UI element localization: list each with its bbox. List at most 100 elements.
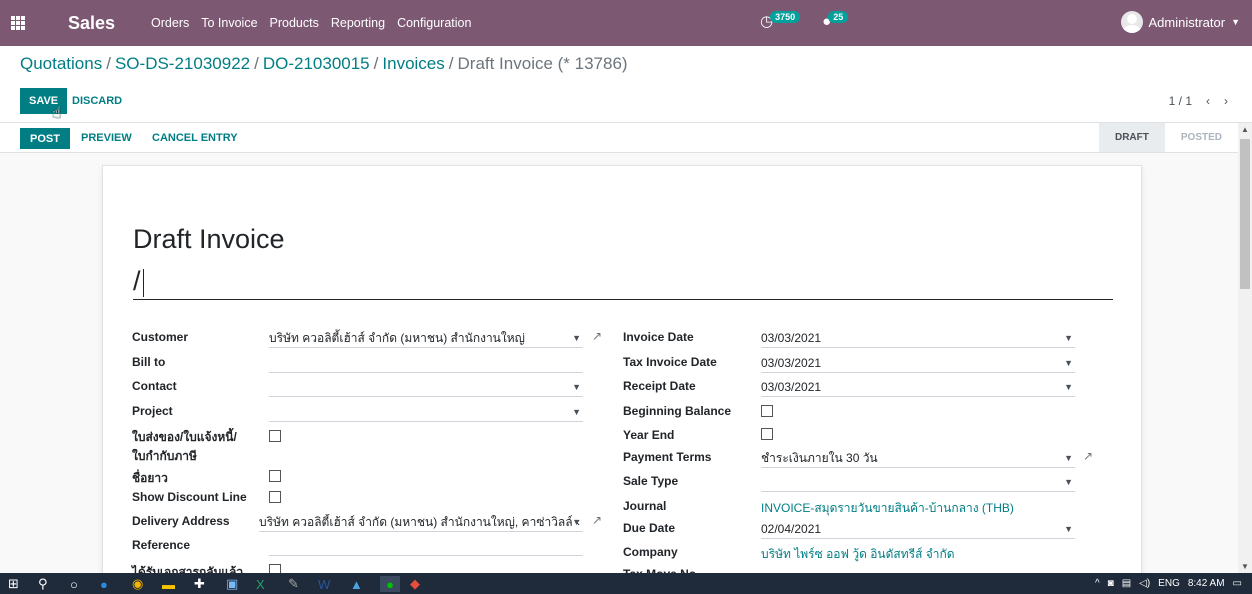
messages-button[interactable]: ● 25 xyxy=(822,11,849,30)
pager-value[interactable]: 1 / 1 xyxy=(1169,94,1192,108)
avatar xyxy=(1120,11,1143,33)
long-name-checkbox[interactable] xyxy=(269,470,281,482)
user-menu[interactable]: Administrator ▼ xyxy=(1120,11,1240,33)
file-explorer-icon[interactable]: ▬ xyxy=(162,576,175,592)
scroll-up-icon[interactable]: ▲ xyxy=(1241,125,1249,134)
hand-pointer-icon: ☝ xyxy=(52,105,62,122)
post-button[interactable]: POST xyxy=(20,128,70,149)
scroll-down-icon[interactable]: ▼ xyxy=(1241,562,1249,571)
breadcrumb-quotations[interactable]: Quotations xyxy=(20,54,102,73)
caret-down-icon: ▼ xyxy=(1064,477,1073,487)
external-link-icon[interactable]: ↗ xyxy=(592,329,602,343)
stage-posted[interactable]: POSTED xyxy=(1164,123,1238,152)
invoice-date-label: Invoice Date xyxy=(623,330,694,344)
app-icon[interactable]: ✚ xyxy=(194,576,205,592)
breadcrumb-sale-order[interactable]: SO-DS-21030922 xyxy=(115,54,250,73)
journal-label: Journal xyxy=(623,499,667,513)
caret-down-icon: ▼ xyxy=(1064,382,1073,392)
receipt-date-input[interactable]: 03/03/2021 ▼ xyxy=(761,379,1075,397)
menu-orders[interactable]: Orders xyxy=(145,16,195,30)
show-discount-checkbox[interactable] xyxy=(269,491,281,503)
chevron-up-icon[interactable]: ^ xyxy=(1095,578,1100,589)
invoice-name-input[interactable]: / xyxy=(133,266,1113,300)
activity-badge: 3750 xyxy=(770,11,801,23)
tax-invoice-date-input[interactable]: 03/03/2021 ▼ xyxy=(761,355,1075,373)
payment-terms-label: Payment Terms xyxy=(623,450,712,464)
pen-icon[interactable]: ✎ xyxy=(288,576,299,592)
tax-invoice-date-label: Tax Invoice Date xyxy=(623,355,717,369)
menu-configuration[interactable]: Configuration xyxy=(391,16,477,30)
customer-select[interactable]: บริษัท ควอลิตี้เฮ้าส์ จำกัด (มหาชน) สำนั… xyxy=(269,330,583,348)
menu-reporting[interactable]: Reporting xyxy=(325,16,391,30)
activity-button[interactable]: ◷ 3750 xyxy=(760,11,801,30)
chevron-right-icon[interactable]: › xyxy=(1224,94,1228,108)
calculator-icon[interactable]: ▣ xyxy=(226,576,238,592)
year-end-checkbox[interactable] xyxy=(761,428,773,440)
long-name-label: ชื่อยาว xyxy=(132,471,168,485)
caret-down-icon: ▼ xyxy=(572,333,581,343)
breadcrumb-delivery-order[interactable]: DO-21030015 xyxy=(263,54,370,73)
windows-start-icon[interactable]: ⊞ xyxy=(8,576,19,592)
contact-label: Contact xyxy=(132,379,177,393)
shield-icon[interactable]: ◙ xyxy=(1108,578,1114,589)
chrome-icon[interactable]: ◉ xyxy=(132,576,143,592)
payment-terms-select[interactable]: ชำระเงินภายใน 30 วัน ▼ xyxy=(761,450,1075,468)
bill-to-field[interactable] xyxy=(269,355,583,373)
caret-down-icon: ▼ xyxy=(1231,17,1240,27)
photos-icon[interactable]: ▲ xyxy=(350,576,363,592)
sale-type-label: Sale Type xyxy=(623,474,679,488)
caret-down-icon: ▼ xyxy=(572,517,581,527)
caret-down-icon: ▼ xyxy=(572,407,581,417)
due-date-input[interactable]: 02/04/2021 ▼ xyxy=(761,521,1075,539)
reference-input[interactable] xyxy=(269,538,583,556)
invoice-date-input[interactable]: 03/03/2021 ▼ xyxy=(761,330,1075,348)
pager: 1 / 1 ‹ › xyxy=(1169,94,1228,108)
speaker-icon[interactable]: ◁) xyxy=(1139,578,1150,589)
app-red-icon[interactable]: ◆ xyxy=(410,576,420,592)
network-icon[interactable]: ▤ xyxy=(1122,578,1131,589)
beginning-balance-checkbox[interactable] xyxy=(761,405,773,417)
search-icon[interactable]: ⚲ xyxy=(38,576,48,592)
customer-label: Customer xyxy=(132,330,189,344)
external-link-icon[interactable]: ↗ xyxy=(592,513,602,527)
preview-button[interactable]: PREVIEW xyxy=(81,128,132,149)
apps-grid-icon xyxy=(11,16,25,30)
caret-down-icon: ▼ xyxy=(1064,453,1073,463)
company-link[interactable]: บริษัท ไพร์ซ ออฟ วู้ด อินดัสทรีส์ จำกัด xyxy=(761,545,955,564)
cancel-entry-button[interactable]: CANCEL ENTRY xyxy=(152,128,238,149)
line-icon[interactable]: ● xyxy=(380,576,400,592)
scroll-thumb[interactable] xyxy=(1240,139,1250,289)
notification-icon[interactable]: ▭ xyxy=(1233,578,1242,589)
menu-to-invoice[interactable]: To Invoice xyxy=(195,16,263,30)
journal-link[interactable]: INVOICE-สมุดรายวันขายสินค้า-บ้านกลาง (TH… xyxy=(761,499,1014,518)
apps-menu-button[interactable] xyxy=(0,0,36,46)
page-scrollbar[interactable]: ▲ ▼ xyxy=(1238,123,1252,573)
chevron-left-icon[interactable]: ‹ xyxy=(1206,94,1210,108)
menu-products[interactable]: Products xyxy=(264,16,325,30)
breadcrumb-current: Draft Invoice (* 13786) xyxy=(457,54,628,73)
system-tray: ^ ◙ ▤ ◁) ENG 8:42 AM ▭ xyxy=(1095,573,1252,594)
os-taskbar: ⊞ ⚲ ○ ● ◉ ▬ ✚ ▣ X ✎ W ▲ ● ◆ ^ ◙ ▤ ◁) ENG… xyxy=(0,573,1252,594)
edge-icon[interactable]: ● xyxy=(100,576,108,592)
clock[interactable]: 8:42 AM xyxy=(1188,578,1225,589)
stage-draft[interactable]: DRAFT xyxy=(1098,123,1165,152)
word-icon[interactable]: W xyxy=(318,576,330,592)
delivery-address-select[interactable]: บริษัท ควอลิตี้เฮ้าส์ จำกัด (มหาชน) สำนั… xyxy=(259,514,583,532)
task-view-icon[interactable]: ○ xyxy=(70,576,78,592)
sale-type-select[interactable]: ▼ xyxy=(761,474,1075,492)
excel-icon[interactable]: X xyxy=(256,576,265,592)
app-name[interactable]: Sales xyxy=(68,13,115,34)
language-indicator[interactable]: ENG xyxy=(1158,578,1180,589)
delivery-note-checkbox[interactable] xyxy=(269,430,281,442)
breadcrumb-invoices[interactable]: Invoices xyxy=(382,54,444,73)
control-panel: Quotations / SO-DS-21030922/DO-21030015/In… xyxy=(0,46,1252,123)
project-select[interactable]: ▼ xyxy=(269,404,583,422)
beginning-balance-label: Beginning Balance xyxy=(623,404,732,418)
external-link-icon[interactable]: ↗ xyxy=(1083,449,1093,463)
status-bar: POST PREVIEW CANCEL ENTRY DRAFT POSTED xyxy=(0,123,1238,153)
systray: ◷ 3750 ● 25 xyxy=(760,11,849,30)
contact-select[interactable]: ▼ xyxy=(269,379,583,397)
discard-button[interactable]: DISCARD xyxy=(72,88,122,114)
form-title: Draft Invoice xyxy=(133,224,285,254)
breadcrumb: Quotations / SO-DS-21030922/DO-21030015/In… xyxy=(20,54,628,73)
